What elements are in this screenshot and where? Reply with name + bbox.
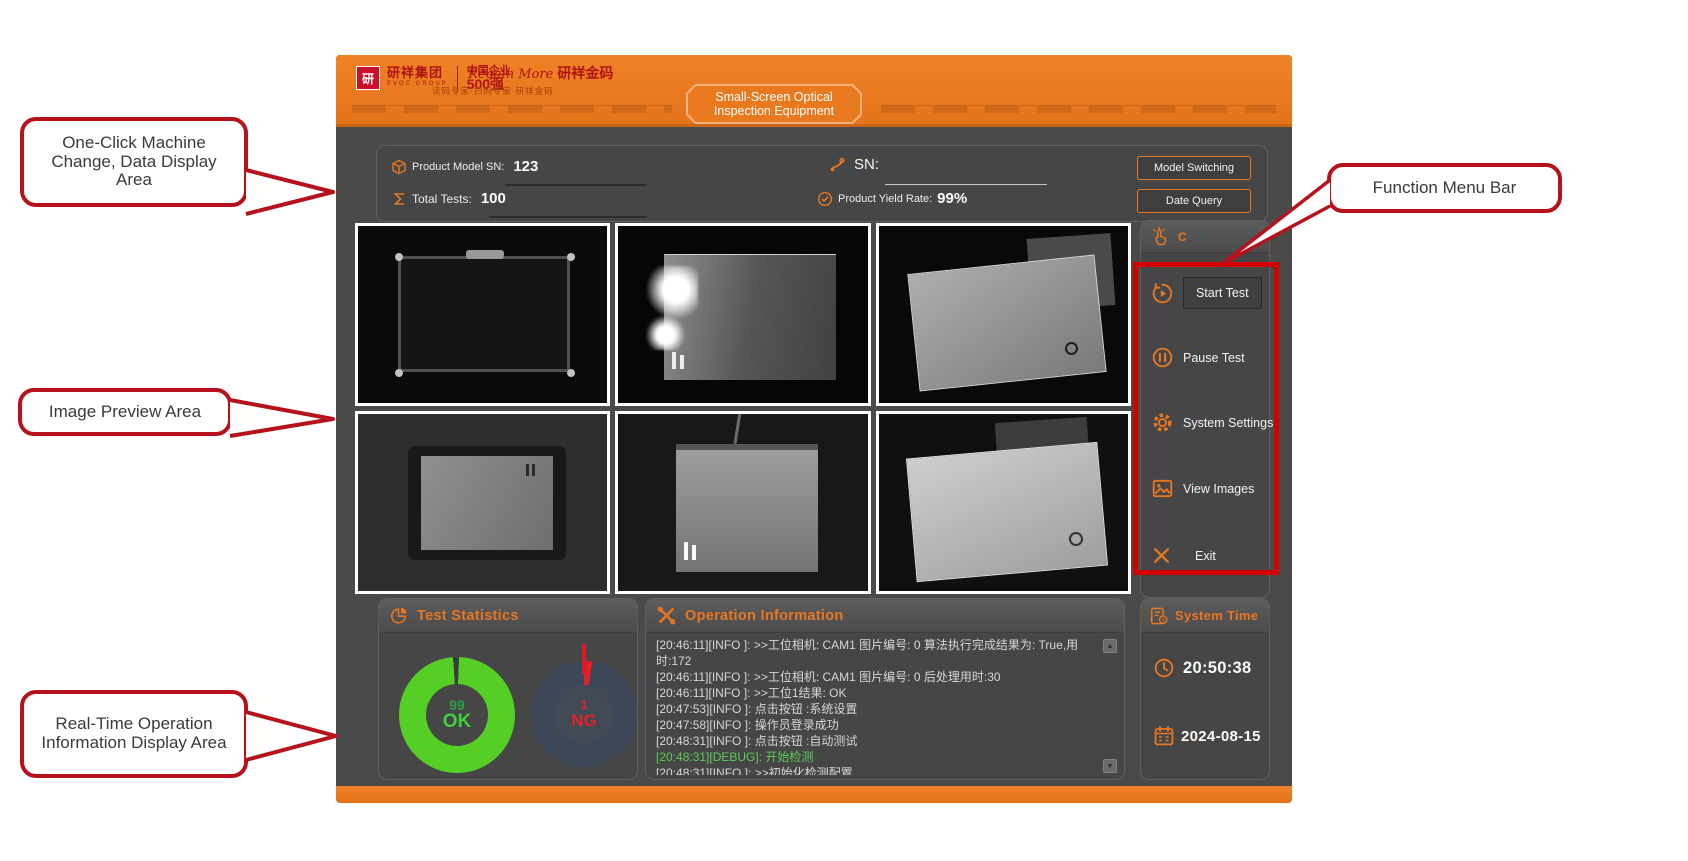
- stats-header: Test Statistics: [379, 599, 637, 633]
- callout-image-area-pointer: [230, 400, 333, 436]
- log-line: [20:47:53][INFO ]: 点击按钮 :系统设置: [656, 701, 1098, 717]
- data-display-panel: Product Model SN: 123 Total Tests: 100 S…: [376, 145, 1268, 222]
- log-line: [20:47:58][INFO ]: 操作员登录成功: [656, 717, 1098, 733]
- stats-title: Test Statistics: [417, 608, 519, 624]
- clock-icon: [1153, 657, 1175, 679]
- date-query-button[interactable]: Date Query: [1137, 189, 1251, 213]
- system-date-value: 2024-08-15: [1181, 728, 1261, 745]
- ng-donut-chart: 1 NG: [531, 661, 637, 767]
- callout-menu-bar: Function Menu Bar: [1327, 163, 1562, 213]
- menu-header-label: C: [1178, 230, 1187, 244]
- ops-title: Operation Information: [685, 608, 844, 624]
- header-circuit-decoration-left: [352, 105, 672, 113]
- menu-annotation-rectangle: [1133, 262, 1279, 575]
- doc-clock-icon: [1149, 606, 1169, 626]
- test-statistics-panel: Test Statistics 99 OK 1 NG: [378, 598, 638, 780]
- log-line: [20:48:31][INFO ]: 点击按钮 :自动测试: [656, 733, 1098, 749]
- log-lines[interactable]: [20:46:11][INFO ]: >>工位相机: CAM1 图片编号: 0 …: [656, 637, 1098, 775]
- pie-chart-icon: [389, 606, 409, 626]
- menu-header: C: [1141, 221, 1269, 253]
- sn-link-icon: [829, 157, 849, 173]
- log-scroll-up-button[interactable]: ▲: [1103, 639, 1117, 653]
- calendar-icon: [1153, 725, 1175, 747]
- log-scroll-down-button[interactable]: ▼: [1103, 759, 1117, 773]
- ok-label: OK: [443, 712, 472, 732]
- model-switching-button[interactable]: Model Switching: [1137, 156, 1251, 180]
- callout-data-area-pointer: [246, 170, 333, 214]
- sn-underline: [885, 184, 1047, 185]
- product-model-underline: [505, 184, 647, 186]
- ng-label: NG: [571, 712, 597, 730]
- hand-click-icon: [1151, 227, 1170, 246]
- evoc-logo-icon: 研: [356, 66, 380, 90]
- header-circuit-decoration-right: [881, 105, 1276, 113]
- preview-image-1: [355, 223, 610, 406]
- yield-label: Product Yield Rate:: [838, 193, 932, 205]
- ng-count: 1: [580, 698, 587, 712]
- preview-image-4: [355, 411, 610, 594]
- app-header: 研 研祥集团 EVOC GROUP 中国企业 500强 读码专家·扫码专家·研祥…: [336, 55, 1292, 127]
- logo-group-name: 研祥集团: [387, 66, 448, 79]
- time-header: System Time: [1141, 599, 1269, 633]
- callout-image-area: Image Preview Area: [18, 388, 232, 436]
- ng-tick-mark: [582, 644, 586, 674]
- ok-count: 99: [449, 698, 465, 713]
- logo-script: Regain More 研祥金码: [468, 63, 613, 83]
- app-title-badge: Small-Screen Optical Inspection Equipmen…: [686, 84, 862, 124]
- log-line: [20:46:11][INFO ]: >>工位相机: CAM1 图片编号: 0 …: [656, 637, 1098, 669]
- ops-header: Operation Information: [646, 599, 1124, 633]
- system-time-panel: System Time 20:50:38 2024-08-15: [1140, 598, 1270, 780]
- logo-tagline: 读码专家·扫码专家·研祥金码: [432, 85, 554, 97]
- callout-info-area-pointer: [246, 712, 336, 760]
- tools-icon: [656, 605, 677, 626]
- yield-check-icon: [817, 191, 833, 207]
- log-line: [20:48:31][DEBUG]: 开始检测: [656, 749, 1098, 765]
- ok-donut-chart: 99 OK: [399, 657, 515, 773]
- app-footer-bar: [336, 786, 1292, 803]
- logo-brand: 研祥金码: [557, 65, 613, 81]
- sn-label: SN:: [854, 156, 879, 173]
- log-line: [20:48:31][INFO ]: >>初始化检测配置: [656, 765, 1098, 775]
- callout-info-area: Real-Time Operation Information Display …: [20, 690, 248, 778]
- operation-information-panel: Operation Information [20:46:11][INFO ]:…: [645, 598, 1125, 780]
- log-line: [20:46:11][INFO ]: >>工位相机: CAM1 图片编号: 0 …: [656, 669, 1098, 685]
- preview-image-3: [876, 223, 1131, 406]
- yield-value: 99%: [937, 190, 967, 207]
- preview-image-6: [876, 411, 1131, 594]
- preview-image-5: [615, 411, 870, 594]
- product-box-icon: [391, 159, 407, 175]
- product-model-value: 123: [513, 158, 538, 175]
- screenshot-stage: 研 研祥集团 EVOC GROUP 中国企业 500强 读码专家·扫码专家·研祥…: [0, 0, 1688, 861]
- time-title: System Time: [1175, 608, 1258, 623]
- sigma-icon: [391, 191, 407, 207]
- total-tests-label: Total Tests:: [412, 192, 472, 206]
- image-preview-grid: [355, 223, 1131, 594]
- preview-image-2: [615, 223, 870, 406]
- callout-data-area: One-Click Machine Change, Data Display A…: [20, 117, 248, 207]
- log-line: [20:46:11][INFO ]: >>工位1结果: OK: [656, 685, 1098, 701]
- total-tests-value: 100: [481, 190, 506, 207]
- product-model-label: Product Model SN:: [412, 161, 504, 173]
- system-time-value: 20:50:38: [1183, 659, 1251, 678]
- page-title: Small-Screen Optical Inspection Equipmen…: [688, 86, 860, 122]
- total-tests-underline: [489, 216, 647, 218]
